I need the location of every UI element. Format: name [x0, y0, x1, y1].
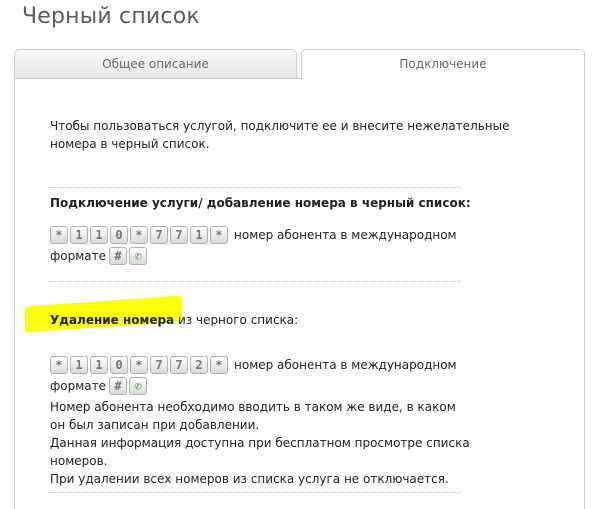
- note-line: При удалении всех номеров из списка услу…: [50, 472, 449, 486]
- tab-bar: Общее описание Подключение: [14, 49, 585, 80]
- divider: [50, 187, 460, 188]
- key-digit: 7: [150, 226, 168, 244]
- note-line: Номер абонента необходимо вводить в тако…: [50, 400, 456, 414]
- removal-heading-rest: из черного списка:: [174, 313, 299, 327]
- key-star-icon: *: [50, 226, 68, 244]
- key-digit: 1: [190, 226, 208, 244]
- connect-format-row: формате # ✆: [50, 247, 149, 265]
- key-star-icon: *: [50, 356, 68, 374]
- key-digit: 2: [190, 356, 208, 374]
- connect-heading: Подключение услуги/ добавление номера в …: [50, 196, 471, 210]
- note-line: номеров.: [50, 454, 108, 468]
- key-digit: 1: [70, 356, 88, 374]
- page-title: Черный список: [22, 4, 200, 29]
- key-digit: 1: [70, 226, 88, 244]
- divider: [50, 281, 460, 282]
- key-digit: 1: [90, 356, 108, 374]
- hash-icon: #: [109, 247, 127, 265]
- intro-line: номера в черный список.: [50, 137, 210, 151]
- intro-line: Чтобы пользоваться услугой, подключите е…: [50, 119, 510, 133]
- removal-heading: Удаление номера из черного списка:: [50, 311, 298, 329]
- intro-text: Чтобы пользоваться услугой, подключите е…: [50, 117, 520, 153]
- format-label: формате: [50, 379, 106, 393]
- removal-heading-bold: Удаление номера: [50, 313, 175, 327]
- key-digit: 7: [170, 226, 188, 244]
- key-digit: 1: [90, 226, 108, 244]
- key-digit: 7: [150, 356, 168, 374]
- removal-code: * 1 1 0 * 7 7 2 * номер абонента в между…: [50, 356, 457, 374]
- code-description: номер абонента в международном: [234, 228, 457, 242]
- key-digit: 0: [110, 356, 128, 374]
- hash-icon: #: [109, 377, 127, 395]
- connect-code: * 1 1 0 * 7 7 1 * номер абонента в между…: [50, 226, 457, 244]
- code-description: номер абонента в международном: [234, 358, 457, 372]
- key-star-icon: *: [210, 356, 228, 374]
- removal-format-row: формате # ✆: [50, 377, 149, 395]
- key-digit: 0: [110, 226, 128, 244]
- tab-general-description[interactable]: Общее описание: [14, 49, 297, 78]
- key-star-icon: *: [210, 226, 228, 244]
- tab-connection[interactable]: Подключение: [301, 49, 585, 80]
- key-star-icon: *: [130, 226, 148, 244]
- key-digit: 7: [170, 356, 188, 374]
- removal-notes: Номер абонента необходимо вводить в тако…: [50, 398, 530, 488]
- call-icon: ✆: [129, 247, 147, 265]
- note-line: Данная информация доступна при бесплатно…: [50, 436, 470, 450]
- note-line: он был записан при добавлении.: [50, 418, 260, 432]
- key-star-icon: *: [130, 356, 148, 374]
- divider: [50, 492, 460, 493]
- format-label: формате: [50, 249, 106, 263]
- call-icon: ✆: [129, 377, 147, 395]
